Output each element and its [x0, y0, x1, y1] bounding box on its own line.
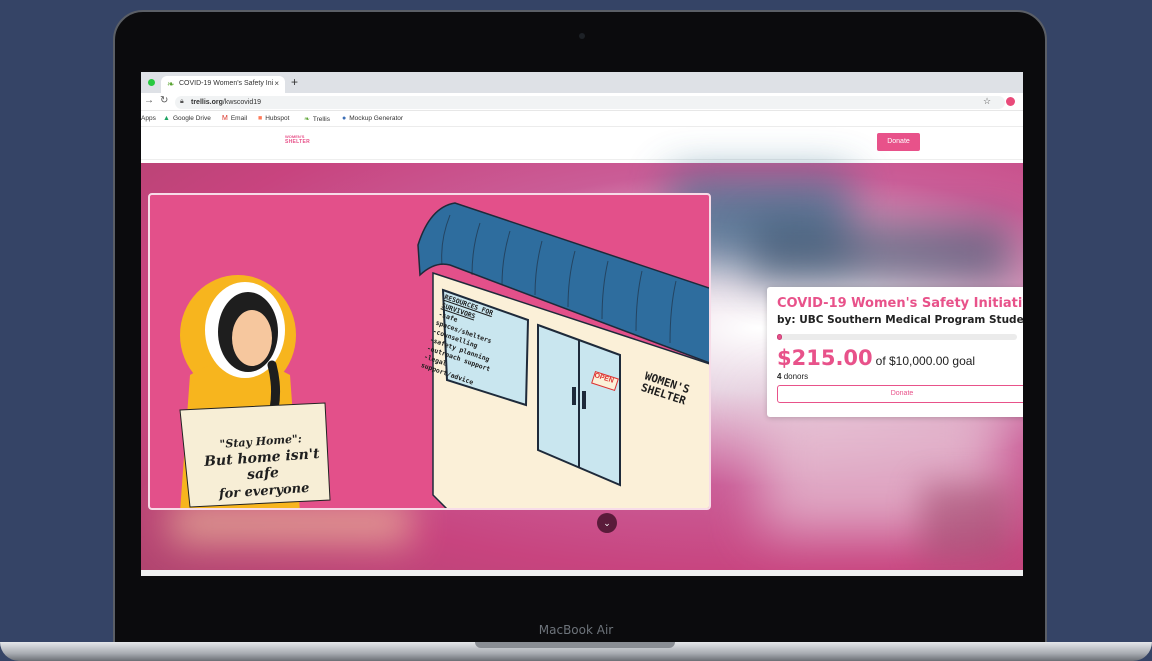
close-tab-icon[interactable]: × — [274, 79, 279, 88]
url-domain: trellis.org — [191, 99, 223, 106]
url-field[interactable]: 🔒︎ trellis.org/kwscovid19 — [175, 96, 1005, 109]
bookmark-mockup-generator[interactable]: ● Mockup Generator — [342, 115, 403, 122]
address-bar-row: → ↻ 🔒︎ trellis.org/kwscovid19 ☆ — [141, 93, 1023, 111]
trellis-leaf-icon: ❧ — [167, 79, 175, 89]
donor-count: 4 donors — [777, 372, 809, 381]
device-label: MacBook Air — [538, 623, 614, 637]
site-header: WOMEN'S SHELTER Donate — [141, 127, 1023, 160]
bookmark-email[interactable]: M Email — [222, 115, 247, 122]
trellis-icon: ❧ — [304, 116, 310, 123]
lock-icon: 🔒︎ — [180, 98, 184, 105]
bookmark-hubspot[interactable]: ■ Hubspot — [258, 115, 289, 122]
raised-amount: $215.00 — [777, 346, 873, 370]
site-logo[interactable]: WOMEN'S SHELTER — [285, 134, 310, 146]
chevron-down-icon[interactable]: ⌄ — [597, 513, 617, 533]
reload-icon[interactable]: ↻ — [160, 95, 168, 106]
campaign-organizer: by: UBC Southern Medical Program Student… — [777, 314, 1023, 326]
tab-title: COVID-19 Women's Safety Ini — [179, 80, 274, 87]
campaign-donate-button[interactable]: Donate — [777, 385, 1023, 403]
browser-window: ❧ COVID-19 Women's Safety Ini × + → ↻ 🔒︎… — [141, 72, 1023, 576]
bookmark-star-icon[interactable]: ☆ — [983, 96, 991, 107]
browser-tab[interactable]: ❧ COVID-19 Women's Safety Ini × — [161, 76, 285, 93]
bookmark-apps[interactable]: Apps — [141, 115, 156, 122]
mockup-generator-icon: ● — [342, 115, 347, 122]
tab-bar: ❧ COVID-19 Women's Safety Ini × + — [141, 72, 1023, 93]
new-tab-button[interactable]: + — [291, 75, 298, 89]
goal-text: of $10,000.00 goal — [875, 354, 976, 368]
webcam — [579, 33, 585, 39]
extension-icon[interactable] — [1006, 97, 1015, 106]
campaign-title: COVID-19 Women's Safety Initiative — [777, 296, 1023, 311]
bookmarks-bar: Apps ▲ Google Drive M Email ■ Hubspot ❧ Trel… — [141, 111, 1023, 127]
campaign-card: COVID-19 Women's Safety Initiative by: U… — [767, 287, 1023, 417]
window-zoom-button[interactable] — [148, 79, 155, 86]
hero-section: "Stay Home": But home isn't safe for eve… — [141, 163, 1023, 576]
hubspot-icon: ■ — [258, 115, 263, 122]
progress-fill — [777, 334, 783, 340]
forward-icon[interactable]: → — [144, 95, 154, 106]
google-drive-icon: ▲ — [163, 115, 170, 122]
gmail-icon: M — [222, 115, 228, 122]
bookmark-trellis[interactable]: ❧ Trellis — [304, 115, 330, 123]
amount-raised: $215.00 of $10,000.00 goal — [777, 346, 1017, 370]
header-donate-button[interactable]: Donate — [877, 133, 920, 151]
progress-bar — [777, 334, 1017, 340]
laptop-notch — [475, 642, 675, 648]
bookmark-google-drive[interactable]: ▲ Google Drive — [163, 115, 211, 122]
person-face — [232, 310, 272, 366]
campaign-illustration: "Stay Home": But home isn't safe for eve… — [148, 193, 711, 510]
url-path: /kwscovid19 — [222, 99, 262, 106]
